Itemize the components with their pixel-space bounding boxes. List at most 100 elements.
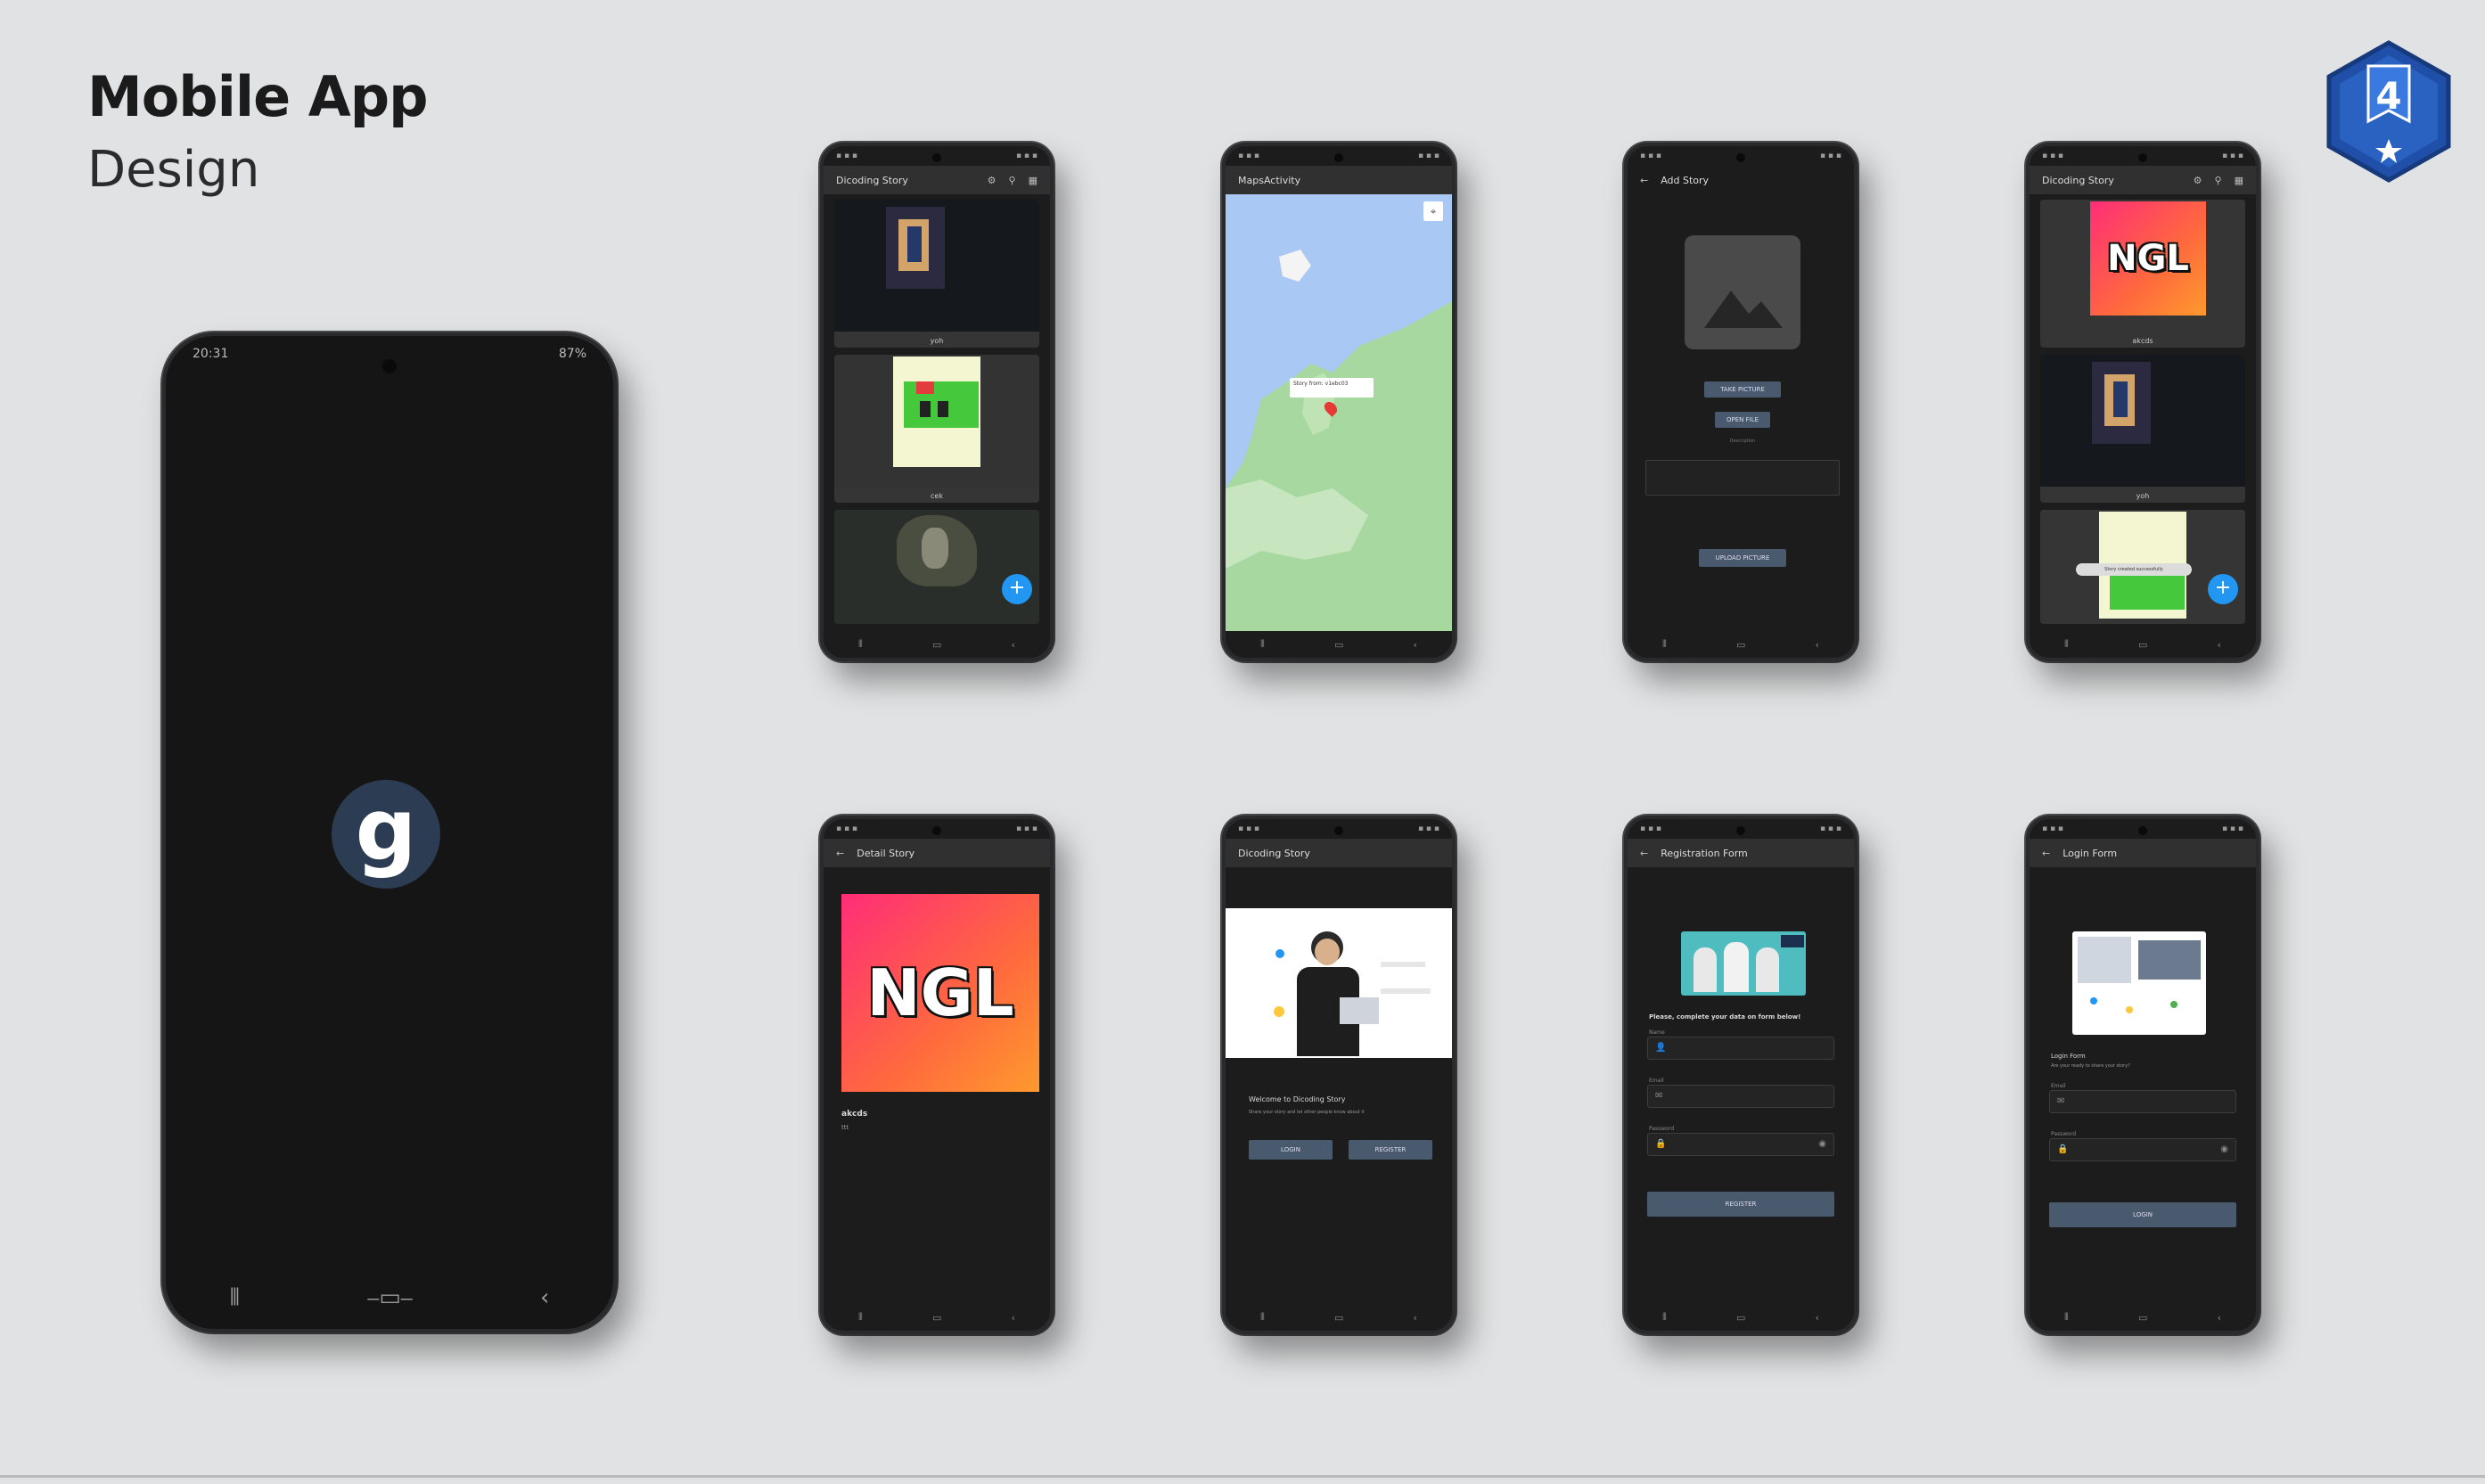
home-icon[interactable]: ▭ (932, 1312, 941, 1324)
level-badge-icon: 4 (2326, 40, 2451, 183)
settings-icon[interactable]: ⚙ (2194, 175, 2202, 186)
ngl-image: NGL (2090, 201, 2206, 316)
home-icon[interactable]: ▭ (1736, 639, 1745, 651)
register-submit-button[interactable]: REGISTER (1647, 1192, 1834, 1217)
nav-bar: ⦀ ▭ ‹ (1628, 1304, 1854, 1331)
back-arrow-icon[interactable]: ← (1640, 175, 1648, 186)
page-subtitle: Design (87, 141, 260, 199)
home-icon[interactable]: ▭ (1736, 1312, 1745, 1324)
nav-bar: ⦀ ▭ ‹ (1226, 631, 1452, 658)
story-image (834, 355, 1039, 487)
story-card[interactable]: cek (834, 355, 1039, 503)
back-arrow-icon[interactable]: ← (836, 848, 844, 859)
detail-image: NGL (841, 894, 1039, 1092)
back-nav-icon[interactable]: ‹ (1012, 639, 1015, 651)
add-story-fab[interactable]: + (1002, 574, 1032, 604)
splash-phone: 20:31 87% g ⦀ ⎯▭⎯ ‹ (162, 332, 617, 1332)
camera-button[interactable]: TAKE PICTURE (1704, 381, 1781, 398)
back-arrow-icon[interactable]: ← (2042, 848, 2050, 859)
story-card[interactable]: NGL akcds (2040, 200, 2245, 348)
nav-bar: ⦀ ▭ ‹ (1628, 631, 1854, 658)
eye-icon[interactable]: ◉ (1818, 1139, 1826, 1149)
add-story-fab[interactable]: + (2208, 574, 2238, 604)
lock-icon: 🔒 (1655, 1139, 1667, 1149)
app-bar: Dicoding Story ⚙ ⚲ ▦ (2030, 166, 2256, 194)
detail-story-phone: ▪ ▪ ▪ ▪ ▪ ▪ ← Detail Story NGL akcds ttt … (820, 816, 1054, 1334)
settings-icon[interactable]: ⚙ (988, 175, 996, 186)
gallery-button[interactable]: OPEN FILE (1715, 412, 1770, 428)
story-list-phone: ▪ ▪ ▪ ▪ ▪ ▪ Dicoding Story ⚙ ⚲ ▦ yoh cek + … (820, 143, 1054, 661)
front-camera (932, 826, 941, 835)
nav-bar: ⦀ ▭ ‹ (1226, 1304, 1452, 1331)
recents-icon[interactable]: ⦀ (1260, 638, 1265, 651)
grid-icon[interactable]: ▦ (1029, 175, 1037, 186)
lock-icon: 🔒 (2057, 1144, 2069, 1154)
back-nav-icon[interactable]: ‹ (1414, 639, 1417, 651)
story-list-updated-phone: ▪ ▪ ▪ ▪ ▪ ▪ Dicoding Story ⚙ ⚲ ▦ NGL akcds … (2026, 143, 2259, 661)
login-button[interactable]: LOGIN (1249, 1140, 1333, 1160)
nav-bar: ⦀ ▭ ‹ (824, 1304, 1050, 1331)
name-field[interactable]: 👤 (1647, 1037, 1834, 1060)
front-camera (1334, 826, 1343, 835)
register-button[interactable]: REGISTER (1349, 1140, 1432, 1160)
nav-bar: ⦀ ▭ ‹ (2030, 1304, 2256, 1331)
front-camera (2138, 153, 2147, 162)
home-icon[interactable]: ▭ (2138, 639, 2147, 651)
back-arrow-icon[interactable]: ← (1640, 848, 1648, 859)
password-field[interactable]: 🔒 ◉ (2049, 1138, 2236, 1161)
map-land-icon (1226, 250, 1452, 631)
home-icon[interactable]: ▭ (1334, 1312, 1343, 1324)
recents-icon[interactable]: ⦀ (1662, 638, 1667, 651)
back-nav-icon[interactable]: ‹ (1414, 1312, 1417, 1324)
back-nav-icon[interactable]: ‹ (2218, 639, 2221, 651)
welcome-heading: Welcome to Dicoding Story (1249, 1095, 1346, 1103)
front-camera (1736, 826, 1745, 835)
back-nav-icon[interactable]: ‹ (2218, 1312, 2221, 1324)
email-field[interactable]: ✉ (1647, 1085, 1834, 1108)
recents-icon[interactable]: ⦀ (858, 638, 863, 651)
eye-icon[interactable]: ◉ (2220, 1144, 2228, 1154)
recents-icon[interactable]: ⦀ (1662, 1311, 1667, 1324)
recents-icon[interactable]: ⦀ (2064, 1311, 2069, 1324)
front-camera (2138, 826, 2147, 835)
grid-icon[interactable]: ▦ (2235, 175, 2243, 186)
back-nav-icon[interactable]: ‹ (1816, 639, 1819, 651)
badge-number: 4 (2375, 74, 2401, 118)
recents-icon[interactable]: ⦀ (230, 1284, 240, 1312)
story-image (2040, 355, 2245, 487)
location-icon[interactable]: ⚲ (1009, 175, 1016, 186)
description-input[interactable] (1645, 460, 1840, 496)
email-field[interactable]: ✉ (2049, 1090, 2236, 1113)
upload-button[interactable]: UPLOAD PICTURE (1699, 549, 1786, 567)
home-icon[interactable]: ▭ (1334, 639, 1343, 651)
app-bar-title: MapsActivity (1238, 174, 1301, 186)
back-nav-icon[interactable]: ‹ (1012, 1312, 1015, 1324)
story-card[interactable] (834, 510, 1039, 624)
recents-icon[interactable]: ⦀ (1260, 1311, 1265, 1324)
front-camera (382, 359, 397, 373)
home-icon[interactable]: ▭ (2138, 1312, 2147, 1324)
story-card[interactable]: yoh (2040, 355, 2245, 503)
footer-line (0, 1475, 2485, 1478)
register-prompt: Please, complete your data on form below… (1649, 1013, 1801, 1021)
story-card[interactable]: yoh (834, 200, 1039, 348)
login-submit-button[interactable]: LOGIN (2049, 1202, 2236, 1227)
app-bar-title: Login Form (2063, 847, 2118, 859)
my-location-button[interactable]: ⌖ (1423, 201, 1443, 221)
app-bar-title: Detail Story (857, 847, 915, 859)
location-icon[interactable]: ⚲ (2215, 175, 2222, 186)
home-icon[interactable]: ⎯▭⎯ (367, 1284, 413, 1312)
app-bar: MapsActivity (1226, 166, 1452, 194)
home-icon[interactable]: ▭ (932, 639, 941, 651)
recents-icon[interactable]: ⦀ (858, 1311, 863, 1324)
password-field[interactable]: 🔒 ◉ (1647, 1133, 1834, 1156)
app-bar: ← Registration Form (1628, 839, 1854, 867)
back-nav-icon[interactable]: ‹ (1816, 1312, 1819, 1324)
map-view[interactable]: Story from: v1ebc03 ⌖ (1226, 194, 1452, 631)
story-caption: yoh (930, 337, 944, 345)
app-bar-title: Registration Form (1661, 847, 1748, 859)
back-nav-icon[interactable]: ‹ (540, 1284, 549, 1311)
app-bar-title: Dicoding Story (1238, 847, 1310, 859)
welcome-phone: ▪ ▪ ▪ ▪ ▪ ▪ Dicoding Story Welcome to Dic… (1222, 816, 1456, 1334)
recents-icon[interactable]: ⦀ (2064, 638, 2069, 651)
